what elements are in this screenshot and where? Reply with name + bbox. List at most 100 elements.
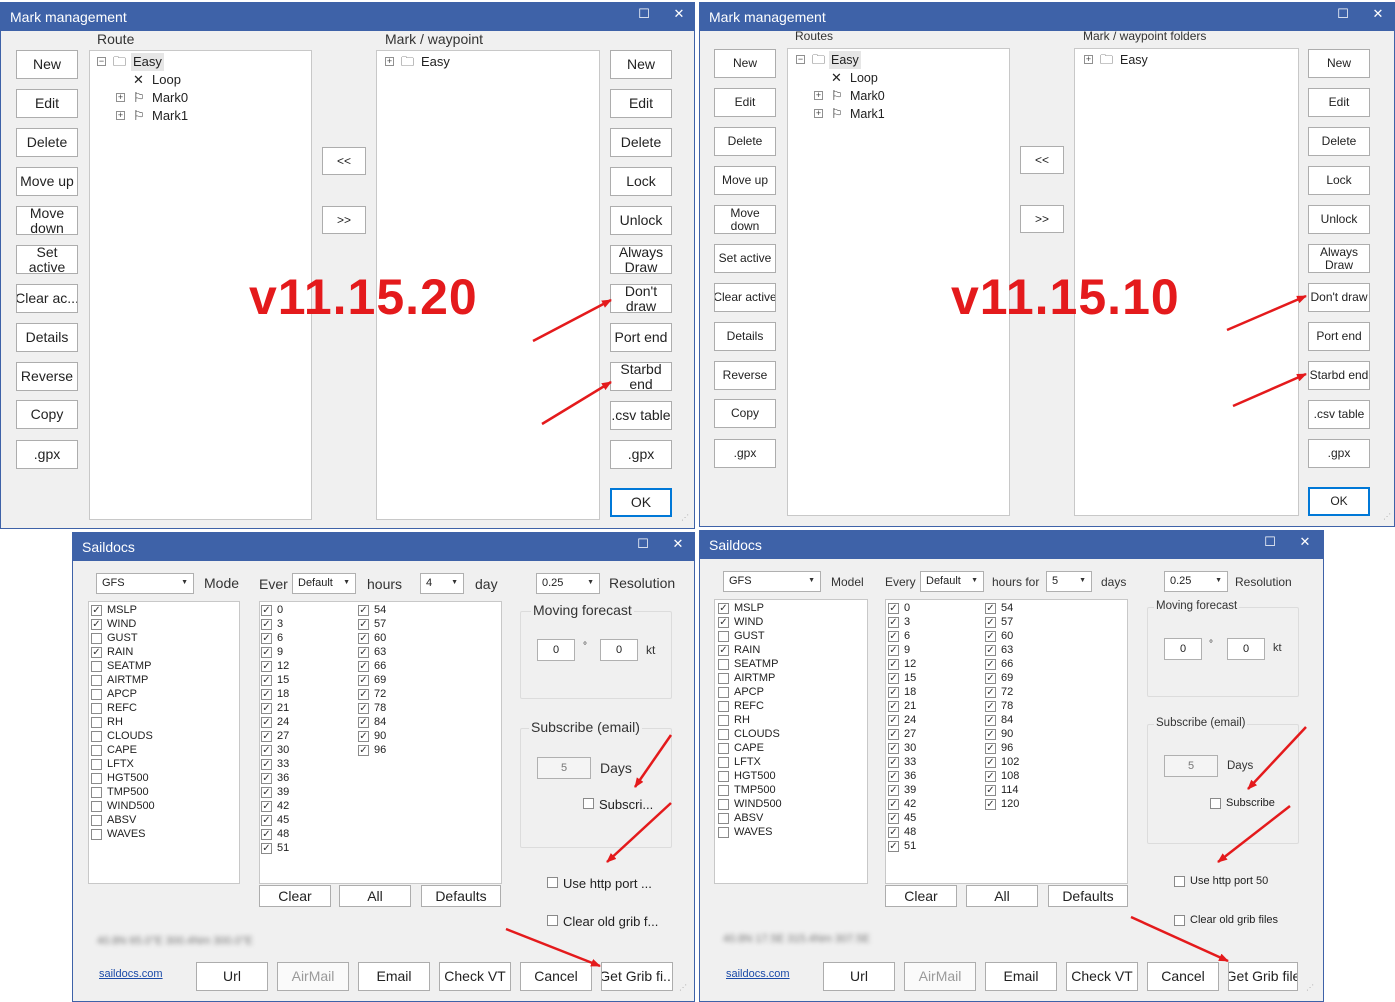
details-button[interactable]: Details [16, 323, 78, 352]
every-dropdown[interactable]: Default ▼ [292, 573, 356, 594]
tree-node-loop[interactable]: ✕ Loop [96, 71, 296, 89]
maximize-icon[interactable]: ☐ [634, 6, 654, 22]
starbd-end-button[interactable]: Starbd end [610, 362, 672, 391]
move-down-button[interactable]: Move down [16, 206, 78, 235]
delete-route-button[interactable]: Delete [16, 128, 78, 157]
get-grib-file-button[interactable]: Get Grib file [1228, 962, 1298, 991]
unlock-button[interactable]: Unlock [1308, 205, 1370, 234]
resize-grip-icon[interactable]: ⋰ [681, 513, 690, 522]
model-dropdown[interactable]: GFS ▼ [723, 571, 821, 592]
tree-node-mark1[interactable]: + ⚐ Mark1 [96, 107, 296, 125]
gpx-export-button[interactable]: .gpx [16, 440, 78, 469]
tree-node-mark1[interactable]: + ⚐ Mark1 [795, 105, 995, 123]
resolution-dropdown[interactable]: 0.25 ▼ [536, 573, 600, 594]
cancel-button[interactable]: Cancel [520, 962, 592, 991]
new-mark-button[interactable]: New [610, 50, 672, 79]
dont-draw-button[interactable]: Don't draw [1308, 283, 1370, 312]
clear-active-button[interactable]: Clear active [714, 283, 776, 312]
resize-grip-icon[interactable]: ⋰ [1383, 512, 1392, 521]
collapse-icon[interactable]: − [796, 55, 805, 64]
gpx-mark-button[interactable]: .gpx [610, 440, 672, 469]
always-draw-button[interactable]: Always Draw [610, 245, 672, 274]
email-button[interactable]: Email [358, 962, 430, 991]
expand-icon[interactable]: + [1084, 55, 1093, 64]
ok-button[interactable]: OK [610, 488, 672, 517]
email-button[interactable]: Email [985, 962, 1057, 991]
expand-icon[interactable]: + [116, 93, 125, 102]
csv-table-button[interactable]: .csv table [610, 401, 672, 430]
expand-icon[interactable]: + [116, 111, 125, 120]
expand-icon[interactable]: + [385, 57, 394, 66]
lock-button[interactable]: Lock [610, 167, 672, 196]
clear-hours-button[interactable]: Clear [259, 885, 331, 907]
days-dropdown[interactable]: 4 ▼ [420, 573, 464, 594]
resize-grip-icon[interactable]: ⋰ [1306, 983, 1315, 992]
every-dropdown[interactable]: Default ▼ [920, 571, 984, 592]
moving-speed-input[interactable]: 0 [600, 639, 638, 661]
details-button[interactable]: Details [714, 322, 776, 351]
subscribe-days-input[interactable]: 5 [1164, 755, 1218, 777]
new-mark-button[interactable]: New [1308, 49, 1370, 78]
tree-node-loop[interactable]: ✕ Loop [795, 69, 995, 87]
close-icon[interactable]: ✕ [669, 6, 689, 22]
collapse-icon[interactable]: − [97, 57, 106, 66]
moving-direction-input[interactable]: 0 [537, 639, 575, 661]
tree-node-mark0[interactable]: + ⚐ Mark0 [795, 87, 995, 105]
clear-active-button[interactable]: Clear ac... [16, 284, 78, 313]
cancel-button[interactable]: Cancel [1147, 962, 1219, 991]
all-hours-button[interactable]: All [339, 885, 411, 907]
gpx-export-button[interactable]: .gpx [714, 439, 776, 468]
get-grib-file-button[interactable]: Get Grib fi... [601, 962, 673, 991]
edit-route-button[interactable]: Edit [16, 89, 78, 118]
tree-node-easy[interactable]: + 🗀 Easy [1083, 51, 1283, 69]
delete-route-button[interactable]: Delete [714, 127, 776, 156]
check-vt-button[interactable]: Check VT [439, 962, 511, 991]
tree-node-easy[interactable]: + 🗀 Easy [384, 53, 584, 71]
clear-hours-button[interactable]: Clear [885, 885, 957, 907]
maximize-icon[interactable]: ☐ [1260, 534, 1280, 550]
move-up-button[interactable]: Move up [714, 166, 776, 195]
saildocs-link[interactable]: saildocs.com [99, 968, 163, 980]
move-right-button[interactable]: >> [1020, 205, 1064, 233]
move-left-button[interactable]: << [1020, 146, 1064, 174]
reverse-button[interactable]: Reverse [714, 361, 776, 390]
copy-button[interactable]: Copy [16, 400, 78, 429]
move-up-button[interactable]: Move up [16, 167, 78, 196]
days-dropdown[interactable]: 5 ▼ [1046, 571, 1092, 592]
unlock-button[interactable]: Unlock [610, 206, 672, 235]
new-route-button[interactable]: New [714, 49, 776, 78]
defaults-hours-button[interactable]: Defaults [1048, 885, 1128, 907]
model-dropdown[interactable]: GFS ▼ [96, 573, 194, 594]
resolution-dropdown[interactable]: 0.25 ▼ [1164, 571, 1228, 592]
moving-direction-input[interactable]: 0 [1164, 638, 1202, 660]
expand-icon[interactable]: + [814, 91, 823, 100]
set-active-button[interactable]: Set active [714, 244, 776, 273]
check-vt-button[interactable]: Check VT [1066, 962, 1138, 991]
edit-route-button[interactable]: Edit [714, 88, 776, 117]
expand-icon[interactable]: + [814, 109, 823, 118]
reverse-button[interactable]: Reverse [16, 362, 78, 391]
url-button[interactable]: Url [823, 962, 895, 991]
dont-draw-button[interactable]: Don't draw [610, 284, 672, 313]
airmail-button[interactable]: AirMail [277, 962, 349, 991]
csv-table-button[interactable]: .csv table [1308, 400, 1370, 429]
tree-node-mark0[interactable]: + ⚐ Mark0 [96, 89, 296, 107]
copy-button[interactable]: Copy [714, 399, 776, 428]
url-button[interactable]: Url [196, 962, 268, 991]
maximize-icon[interactable]: ☐ [633, 536, 653, 552]
starbd-end-button[interactable]: Starbd end [1308, 361, 1370, 390]
move-down-button[interactable]: Move down [714, 205, 776, 234]
edit-mark-button[interactable]: Edit [610, 89, 672, 118]
delete-mark-button[interactable]: Delete [1308, 127, 1370, 156]
ok-button[interactable]: OK [1308, 487, 1370, 516]
move-right-button[interactable]: >> [322, 206, 366, 234]
close-icon[interactable]: ✕ [1295, 534, 1315, 550]
close-icon[interactable]: ✕ [668, 536, 688, 552]
edit-mark-button[interactable]: Edit [1308, 88, 1370, 117]
delete-mark-button[interactable]: Delete [610, 128, 672, 157]
close-icon[interactable]: ✕ [1368, 6, 1388, 22]
port-end-button[interactable]: Port end [610, 323, 672, 352]
gpx-mark-button[interactable]: .gpx [1308, 439, 1370, 468]
port-end-button[interactable]: Port end [1308, 322, 1370, 351]
lock-button[interactable]: Lock [1308, 166, 1370, 195]
